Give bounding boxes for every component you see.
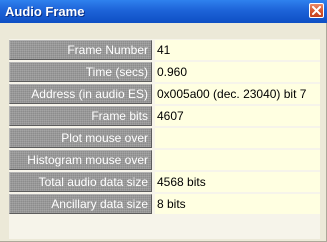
field-value-ancillary-data-size: 8 bits <box>155 194 320 214</box>
field-value-time: 0.960 <box>155 62 320 82</box>
audio-frame-window: Audio Frame Frame Number 41 Time (secs) … <box>0 0 327 242</box>
close-button[interactable] <box>309 3 324 18</box>
field-label-address: Address (in audio ES) <box>9 84 152 104</box>
field-value-frame-number: 41 <box>155 40 320 60</box>
field-label-time: Time (secs) <box>9 62 152 82</box>
field-value-plot-mouse-over <box>155 128 320 148</box>
field-label-total-audio-data-size: Total audio data size <box>9 172 152 192</box>
window-title: Audio Frame <box>5 4 85 19</box>
field-value-frame-bits: 4607 <box>155 106 320 126</box>
field-label-ancillary-data-size: Ancillary data size <box>9 194 152 214</box>
close-icon <box>312 6 321 15</box>
field-label-plot-mouse-over: Plot mouse over <box>9 128 152 148</box>
field-value-histogram-mouse-over <box>155 150 320 170</box>
field-value-total-audio-data-size: 4568 bits <box>155 172 320 192</box>
field-value-address: 0x005a00 (dec. 23040) bit 7 <box>155 84 320 104</box>
field-label-frame-number: Frame Number <box>9 40 152 60</box>
field-label-histogram-mouse-over: Histogram mouse over <box>9 150 152 170</box>
field-label-frame-bits: Frame bits <box>9 106 152 126</box>
title-bar[interactable]: Audio Frame <box>0 0 327 23</box>
